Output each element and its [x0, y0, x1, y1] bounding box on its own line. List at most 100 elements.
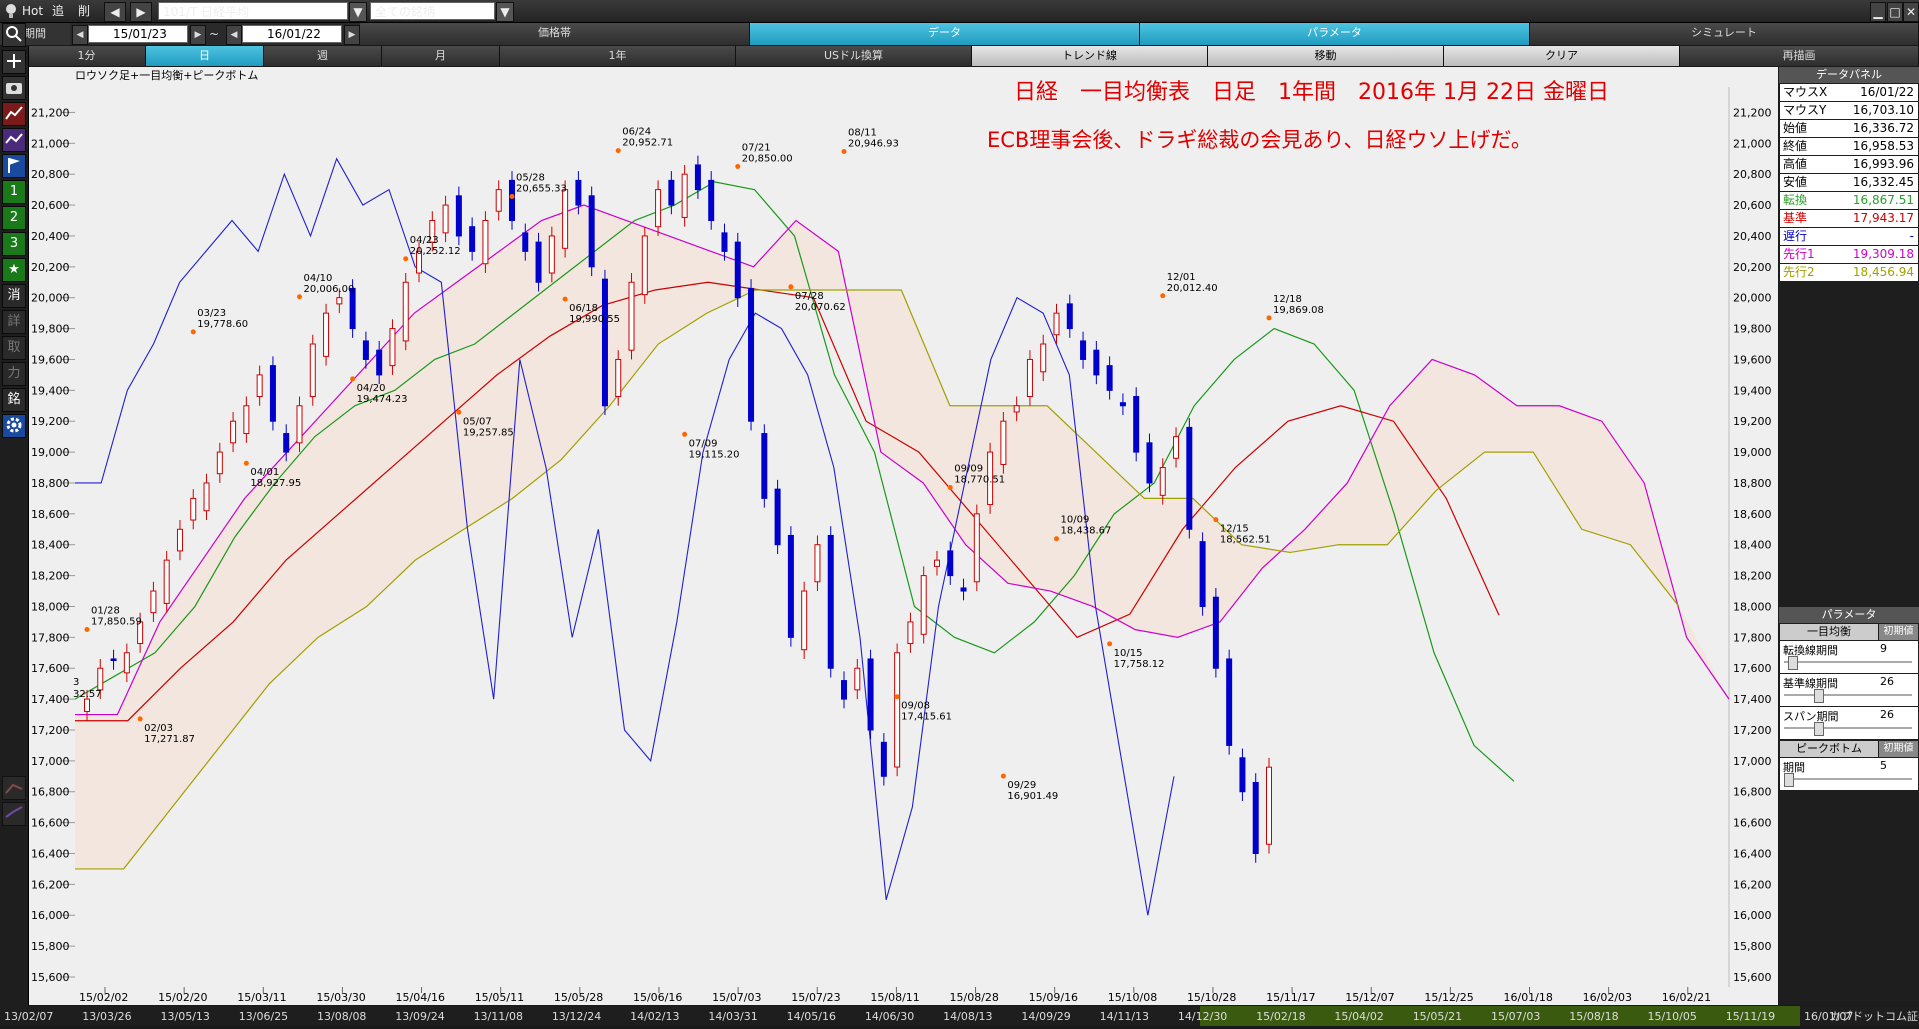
triangle-right-icon: ▶: [136, 5, 146, 19]
span-period-slider[interactable]: [1814, 722, 1824, 736]
candle-body: [854, 667, 861, 691]
add-button[interactable]: 追: [52, 2, 64, 20]
move-button[interactable]: 移動: [1208, 46, 1444, 66]
line-chart-icon[interactable]: [2, 128, 26, 152]
search-icon[interactable]: [2, 23, 26, 47]
peak-value: 19,115.20: [689, 449, 740, 460]
tab-data[interactable]: データ: [750, 23, 1140, 45]
overview-tick-label: 15/11/19: [1726, 1010, 1775, 1023]
mini-chart-icon-2[interactable]: [2, 802, 26, 826]
tab-month[interactable]: 月: [382, 46, 500, 66]
overview-tick-label: 13/06/25: [239, 1010, 288, 1023]
y-tick-label-left: 19,600: [31, 353, 70, 366]
tab-1min[interactable]: 1分: [28, 46, 146, 66]
x-tick-label: 15/04/16: [396, 991, 445, 1004]
x-tick-label: 15/11/17: [1266, 991, 1315, 1004]
data-row-key: 高値: [1783, 157, 1808, 171]
data-row-value: 16/01/22: [1860, 85, 1914, 99]
tab-week[interactable]: 週: [264, 46, 382, 66]
flag-icon[interactable]: [2, 154, 26, 178]
period-from-prev-button[interactable]: ◀: [72, 25, 88, 45]
symbol-dropdown-icon[interactable]: ▼: [349, 2, 367, 22]
peak-value: 20,952.71: [622, 138, 673, 149]
tab-day[interactable]: 日: [146, 46, 264, 66]
chart-area[interactable]: 01/28 17,850.59 02/03 17,271.87 03/23 19,778.…: [29, 67, 1778, 1005]
prev-symbol-button[interactable]: ◀: [104, 2, 126, 22]
y-tick-label-left: 16,800: [31, 786, 70, 799]
period-from-next-button[interactable]: ▶: [190, 25, 206, 45]
take-button[interactable]: 取: [2, 336, 26, 360]
preset-2-button[interactable]: 2: [2, 206, 26, 230]
tab-1year[interactable]: 1年: [500, 46, 736, 66]
x-tick-label: 15/02/20: [158, 991, 207, 1004]
delete-button[interactable]: 削: [78, 2, 90, 20]
y-tick-label-right: 15,600: [1733, 971, 1772, 984]
chart-icon[interactable]: [2, 102, 26, 126]
detail-button[interactable]: 詳: [2, 310, 26, 334]
ichimoku-chart[interactable]: 01/2817,850.59 02/0317,271.87 03/2319,778.…: [29, 67, 1778, 1005]
data-row: 終値 16,958.53: [1780, 138, 1918, 155]
period-to-prev-button[interactable]: ◀: [226, 25, 242, 45]
data-row: 安値 16,332.45: [1780, 174, 1918, 191]
overview-axis[interactable]: 13/02/07 13/03/26 13/05/13 13/06/25 13/08/08…: [0, 1006, 1919, 1026]
y-tick-label-right: 20,400: [1733, 230, 1772, 243]
tab-simulate[interactable]: シミュレート: [1530, 23, 1919, 45]
power-button[interactable]: 力: [2, 362, 26, 386]
peak-value: 18,770.51: [954, 475, 1005, 486]
y-tick-label-left: 17,000: [31, 755, 70, 768]
preset-1-button[interactable]: 1: [2, 180, 26, 204]
tab-parameter[interactable]: パラメータ: [1140, 23, 1530, 45]
overview-tick-label: 13/11/08: [474, 1010, 523, 1023]
star-icon[interactable]: ★: [2, 258, 26, 282]
universe-select[interactable]: 全ての銘柄: [370, 2, 495, 20]
next-symbol-button[interactable]: ▶: [130, 2, 152, 22]
period-from-input[interactable]: 15/01/23: [88, 25, 188, 43]
plus-icon[interactable]: [2, 50, 26, 74]
period-to-input[interactable]: 16/01/22: [242, 25, 342, 43]
close-button[interactable]: ✕: [1903, 2, 1919, 22]
candle-body: [668, 179, 675, 206]
symbol-input[interactable]: 101/T 日経平均: [158, 2, 348, 20]
gear-icon[interactable]: [2, 414, 26, 438]
y-tick-label-left: 21,200: [31, 106, 70, 119]
span-period-row: スパン期間 26: [1780, 707, 1918, 739]
x-tick-label: 15/06/16: [633, 991, 682, 1004]
peak-period-slider[interactable]: [1784, 773, 1794, 787]
overview-tick-label: 13/03/26: [82, 1010, 131, 1023]
preset-3-button[interactable]: 3: [2, 232, 26, 256]
candle-body: [402, 281, 409, 342]
universe-dropdown-icon[interactable]: ▼: [496, 2, 514, 22]
camera-icon[interactable]: [2, 76, 26, 100]
trendline-button[interactable]: トレンド線: [972, 46, 1208, 66]
stock-button[interactable]: 銘: [2, 388, 26, 412]
redraw-button[interactable]: 再描画: [1680, 46, 1919, 66]
erase-button[interactable]: 消: [2, 284, 26, 308]
overview-tick-label: 13/08/08: [317, 1010, 366, 1023]
data-row: 基準 17,943.17: [1780, 210, 1918, 227]
candle-body: [1053, 312, 1060, 336]
minimize-button[interactable]: ▁: [1870, 2, 1886, 22]
usd-convert-button[interactable]: USドル換算: [736, 46, 972, 66]
maximize-button[interactable]: □: [1887, 2, 1903, 22]
mini-chart-icon-1[interactable]: [2, 776, 26, 800]
hot-button[interactable]: Hot: [22, 2, 43, 20]
candle-body: [1266, 766, 1272, 845]
y-tick-label-right: 16,400: [1733, 847, 1772, 860]
candle-body: [588, 195, 595, 268]
tab-price-band[interactable]: 価格帯: [360, 23, 750, 45]
bulb-icon[interactable]: [4, 2, 18, 20]
tenkan-period-slider[interactable]: [1788, 656, 1798, 670]
ichimoku-reset-button[interactable]: 初期値: [1879, 624, 1918, 640]
y-tick-label-left: 15,800: [31, 940, 70, 953]
period-to-next-button[interactable]: ▶: [344, 25, 360, 45]
peak-value: 18,438.67: [1061, 526, 1112, 537]
peak-date: 12/18: [1273, 294, 1302, 305]
kijun-period-slider[interactable]: [1814, 689, 1824, 703]
peak-bottom-reset-button[interactable]: 初期値: [1879, 741, 1918, 757]
y-tick-label-left: 19,200: [31, 415, 70, 428]
peak-marker: [1266, 315, 1272, 321]
x-tick-label: 16/02/03: [1583, 991, 1632, 1004]
overview-tick-label: 15/05/21: [1413, 1010, 1462, 1023]
peak-marker: [894, 694, 900, 700]
clear-button[interactable]: クリア: [1444, 46, 1680, 66]
